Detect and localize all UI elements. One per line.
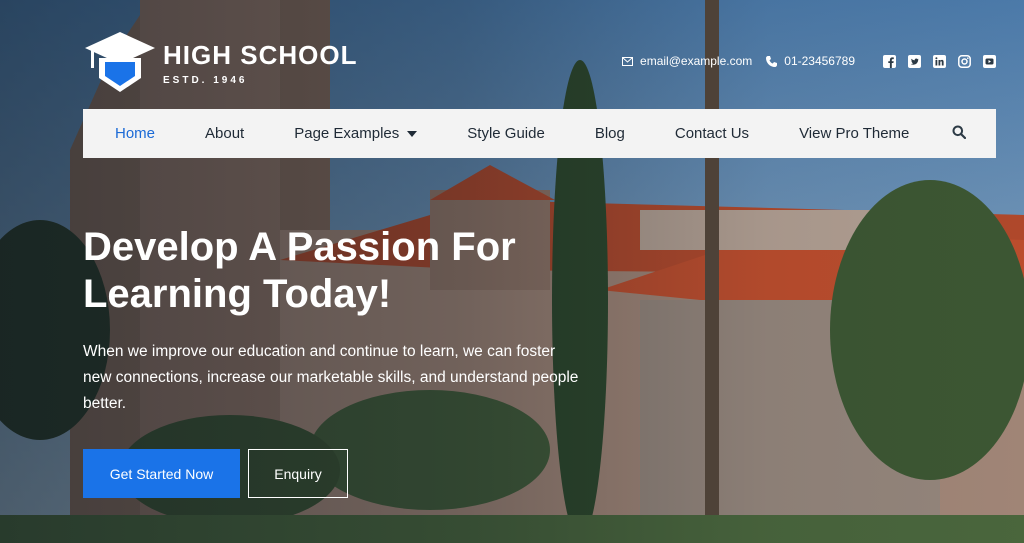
chevron-down-icon (407, 130, 418, 137)
nav-item-label: Contact Us (674, 125, 750, 142)
nav-item-contact-us[interactable]: Contact Us (675, 125, 749, 142)
enquiry-button[interactable]: Enquiry (248, 449, 348, 498)
nav-item-style-guide[interactable]: Style Guide (467, 125, 545, 142)
nav-item-label: Home (115, 125, 156, 142)
site-logo[interactable]: HIGH SCHOOL ESTD. 1946 (83, 30, 357, 96)
hero-headline-line1: Develop A Passion For (83, 225, 516, 269)
envelope-icon (622, 56, 634, 66)
hero-headline-line2: Learning Today! (83, 272, 392, 316)
main-nav: Home About Page Examples Style Guide Blo… (83, 109, 996, 158)
nav-item-page-examples[interactable]: Page Examples (294, 125, 418, 142)
instagram-icon[interactable] (957, 54, 971, 68)
nav-item-label: About (205, 125, 245, 142)
nav-item-label: View Pro Theme (799, 125, 910, 142)
contact-bar: email@example.com 01-23456789 (622, 54, 996, 68)
phone-icon (766, 55, 778, 67)
nav-item-blog[interactable]: Blog (595, 125, 625, 142)
nav-item-view-pro-theme[interactable]: View Pro Theme (799, 125, 909, 142)
nav-item-about[interactable]: About (205, 125, 244, 142)
linkedin-icon[interactable] (932, 54, 946, 68)
twitter-icon[interactable] (907, 54, 921, 68)
nav-item-label: Style Guide (467, 125, 545, 142)
hero-lead-text: When we improve our education and contin… (83, 343, 579, 412)
contact-phone: 01-23456789 (784, 54, 855, 68)
youtube-icon[interactable] (982, 54, 996, 68)
facebook-icon[interactable] (882, 54, 896, 68)
email-link[interactable]: email@example.com (622, 54, 752, 68)
search-icon[interactable] (952, 125, 967, 144)
get-started-button[interactable]: Get Started Now (83, 449, 240, 498)
social-links (871, 54, 996, 68)
phone-link[interactable]: 01-23456789 (766, 54, 855, 68)
nav-item-label: Page Examples (294, 125, 400, 142)
site-title: HIGH SCHOOL (163, 39, 358, 70)
nav-item-home[interactable]: Home (115, 125, 155, 142)
site-tagline: ESTD. 1946 (163, 74, 248, 86)
graduation-cap-icon (83, 30, 157, 96)
contact-email: email@example.com (640, 54, 753, 68)
hero-headline: Develop A Passion For Learning Today! (83, 224, 603, 318)
nav-item-label: Blog (594, 125, 625, 142)
